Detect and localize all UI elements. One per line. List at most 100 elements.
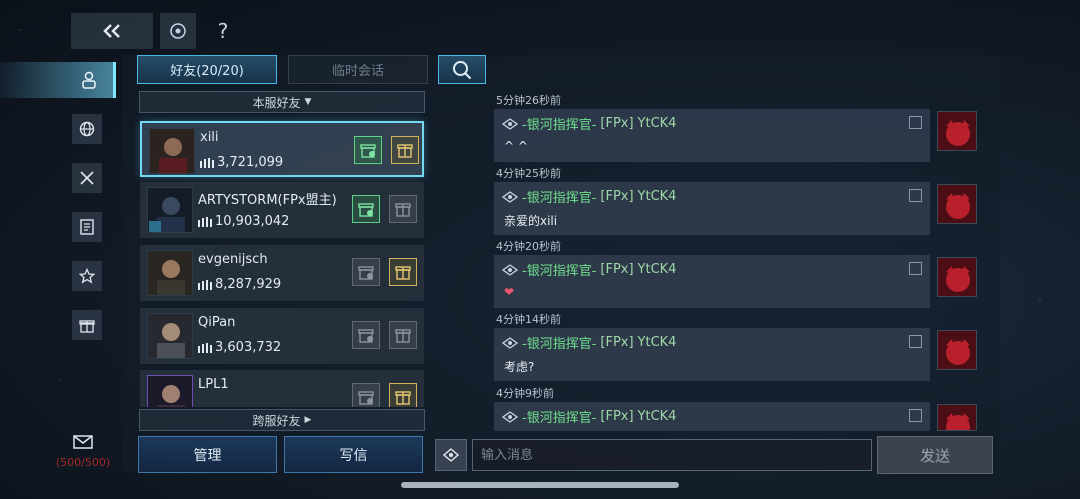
receive-gift-button[interactable]: [389, 321, 417, 349]
caret-down-icon: ▼: [304, 97, 312, 107]
friend-row[interactable]: LPL1: [140, 370, 424, 407]
power-icon: [198, 216, 212, 227]
copy-icon[interactable]: [909, 189, 922, 202]
friend-name: xili: [200, 130, 219, 145]
double-chevron-left-icon: [103, 24, 120, 38]
home-indicator[interactable]: [401, 482, 679, 488]
send-gift-button[interactable]: [352, 195, 380, 223]
nav-globe[interactable]: [72, 114, 102, 144]
send-gift-button[interactable]: [352, 321, 380, 349]
friend-power: 3,721,099: [200, 155, 283, 170]
message-time: 4分钟14秒前: [496, 313, 561, 326]
document-icon: [80, 219, 94, 235]
message-input[interactable]: [472, 439, 872, 471]
copy-icon[interactable]: [909, 116, 922, 129]
target-button[interactable]: [160, 13, 196, 49]
tab-friends[interactable]: 好友(20/20): [137, 55, 277, 84]
sender-tag: [FPx]: [600, 409, 634, 424]
nav-friends[interactable]: [0, 62, 116, 98]
chat-message: -银河指挥官- [FPx] YtCK4 考虑?: [494, 328, 930, 381]
message-sender: -银河指挥官- [FPx] YtCK4: [502, 333, 676, 352]
person-icon: [82, 71, 96, 89]
friend-power-value: 8,287,929: [215, 277, 282, 292]
message-time: 5分钟26秒前: [496, 94, 561, 107]
write-letter-button[interactable]: 写信: [284, 436, 423, 473]
emote-icon: [443, 448, 459, 462]
back-button[interactable]: [71, 13, 153, 49]
help-button[interactable]: ?: [205, 13, 241, 49]
sender-name: YtCK4: [637, 262, 677, 277]
rank-icon: [502, 410, 518, 423]
receive-gift-button[interactable]: [391, 136, 419, 164]
gift-icon: [397, 144, 413, 158]
friend-row[interactable]: ARTYSTORM(FPx盟主) 10,903,042: [140, 182, 424, 238]
message-sender: -银河指挥官- [FPx] YtCK4: [502, 407, 676, 426]
help-label: ?: [217, 19, 229, 43]
friend-power: 10,903,042: [198, 214, 289, 229]
section-local-friends[interactable]: 本服好友 ▼: [139, 91, 425, 113]
sender-tag: [FPx]: [600, 189, 634, 204]
chat-message: -银河指挥官- [FPx] YtCK4 ❤: [494, 255, 930, 308]
nav-favorites[interactable]: [72, 261, 102, 291]
sender-name: YtCK4: [637, 335, 677, 350]
sender-title: -银河指挥官-: [522, 337, 597, 352]
friend-power-value: 3,721,099: [217, 155, 284, 170]
mail-icon: [73, 435, 93, 449]
message-text: ❤: [504, 285, 515, 299]
friend-row[interactable]: evgenijsch 8,287,929: [140, 245, 424, 301]
friend-name: evgenijsch: [198, 252, 268, 267]
send-gift-button[interactable]: [354, 136, 382, 164]
sender-title: -银河指挥官-: [522, 264, 597, 279]
friend-avatar: [147, 313, 193, 359]
friend-row[interactable]: QiPan 3,603,732: [140, 308, 424, 364]
friend-power-value: 10,903,042: [215, 214, 290, 229]
power-icon: [200, 157, 214, 168]
chat-message: -银河指挥官- [FPx] YtCK4 ^ ^: [494, 109, 930, 162]
power-icon: [198, 279, 212, 290]
receive-gift-button[interactable]: [389, 258, 417, 286]
message-text: ^ ^: [504, 139, 528, 153]
copy-icon[interactable]: [909, 262, 922, 275]
message-sender: -银河指挥官- [FPx] YtCK4: [502, 114, 676, 133]
mail-button[interactable]: (500/500): [50, 434, 116, 469]
friend-row[interactable]: xili 3,721,099: [140, 121, 424, 177]
emote-button[interactable]: [435, 439, 467, 471]
gift-icon: [395, 391, 411, 405]
send-button[interactable]: 发送: [877, 436, 993, 474]
receive-gift-button[interactable]: [389, 195, 417, 223]
section-cross-friends[interactable]: 跨服好友 ▶: [139, 409, 425, 431]
copy-icon[interactable]: [909, 409, 922, 422]
chat-avatar[interactable]: [937, 330, 977, 370]
manage-button[interactable]: 管理: [138, 436, 277, 473]
sender-title: -银河指挥官-: [522, 118, 597, 133]
message-sender: -银河指挥官- [FPx] YtCK4: [502, 187, 676, 206]
gift-send-icon: [358, 391, 374, 405]
send-gift-button[interactable]: [352, 258, 380, 286]
chat-avatar[interactable]: [937, 257, 977, 297]
globe-icon: [79, 121, 95, 137]
send-gift-button[interactable]: [352, 383, 380, 407]
sender-name: YtCK4: [637, 409, 677, 424]
message-time: 4分钟25秒前: [496, 167, 561, 180]
sender-tag: [FPx]: [600, 262, 634, 277]
chat-avatar[interactable]: [937, 184, 977, 224]
message-text: 考虑?: [504, 360, 535, 374]
target-icon: [170, 23, 186, 39]
nav-log[interactable]: [72, 212, 102, 242]
gift-icon: [395, 203, 411, 217]
tab-temp-chat[interactable]: 临时会话: [288, 55, 428, 84]
search-button[interactable]: [438, 55, 486, 84]
friend-avatar: [147, 187, 193, 233]
sender-tag: [FPx]: [600, 116, 634, 131]
rank-icon: [502, 190, 518, 203]
chat-avatar[interactable]: [937, 111, 977, 151]
chat-avatar[interactable]: [937, 404, 977, 431]
message-text: 亲爱的xili: [504, 214, 558, 228]
nav-gift[interactable]: [72, 310, 102, 340]
rank-icon: [502, 117, 518, 130]
nav-combat[interactable]: [72, 163, 102, 193]
crossed-swords-icon: [80, 171, 94, 185]
friend-name: ARTYSTORM(FPx盟主): [198, 193, 337, 208]
receive-gift-button[interactable]: [389, 383, 417, 407]
copy-icon[interactable]: [909, 335, 922, 348]
